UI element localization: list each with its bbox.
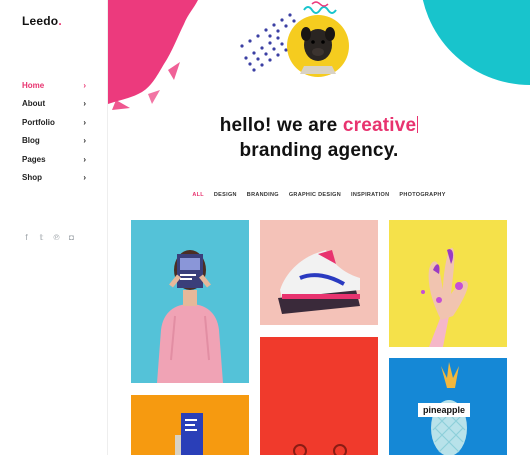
chevron-right-icon: › bbox=[83, 173, 86, 183]
text-caret bbox=[417, 116, 419, 133]
filter-inspiration[interactable]: INSPIRATION bbox=[351, 192, 389, 198]
filter-branding[interactable]: BRANDING bbox=[247, 192, 279, 198]
site-logo[interactable]: Leedo. bbox=[22, 14, 62, 28]
portfolio-item-red[interactable] bbox=[260, 337, 378, 455]
sidebar: Leedo. Home › About › Portfolio › Blog › Pag… bbox=[0, 0, 108, 455]
pineapple-tag: pineapple bbox=[418, 403, 471, 417]
filter-photography[interactable]: PHOTOGRAPHY bbox=[399, 192, 445, 198]
dog-avatar bbox=[300, 27, 336, 74]
filter-design[interactable]: DESIGN bbox=[214, 192, 237, 198]
hero-line1: hello! we are bbox=[219, 115, 343, 136]
instagram-icon[interactable]: ◘ bbox=[67, 233, 76, 242]
portfolio-item-painted-hand[interactable] bbox=[389, 220, 507, 347]
hero-decoration bbox=[108, 0, 530, 110]
woman-illustration bbox=[157, 250, 223, 383]
twitter-icon[interactable]: 𝕥 bbox=[37, 233, 46, 242]
chevron-right-icon: › bbox=[83, 80, 86, 90]
earrings-illustration bbox=[293, 444, 347, 455]
book-illustration bbox=[175, 413, 203, 455]
sneaker-illustration bbox=[278, 250, 360, 314]
chevron-right-icon: › bbox=[83, 136, 86, 146]
nav-item-shop[interactable]: Shop › bbox=[22, 169, 86, 188]
hand-illustration bbox=[421, 247, 468, 347]
filter-graphic-design[interactable]: GRAPHIC DESIGN bbox=[289, 192, 341, 198]
nav-label: About bbox=[22, 99, 46, 109]
nav-label: Pages bbox=[22, 154, 46, 164]
portfolio-item-sneaker[interactable] bbox=[260, 220, 378, 325]
nav-label: Portfolio bbox=[22, 117, 55, 127]
pinterest-icon[interactable]: ℗ bbox=[52, 233, 61, 242]
nav-item-about[interactable]: About › bbox=[22, 95, 86, 114]
filter-all[interactable]: ALL bbox=[192, 192, 204, 198]
nav-label: Blog bbox=[22, 136, 40, 146]
nav-item-portfolio[interactable]: Portfolio › bbox=[22, 113, 86, 132]
hero-line2: branding agency. bbox=[239, 140, 399, 161]
nav-label: Shop bbox=[22, 173, 42, 183]
chevron-right-icon: › bbox=[83, 99, 86, 109]
portfolio-filters: ALL DESIGN BRANDING GRAPHIC DESIGN INSPI… bbox=[108, 192, 530, 198]
main-content: hello! we are creative branding agency. … bbox=[108, 0, 530, 455]
portfolio-item-book[interactable] bbox=[131, 395, 249, 455]
nav-item-blog[interactable]: Blog › bbox=[22, 132, 86, 151]
main-nav: Home › About › Portfolio › Blog › Pages › Sho… bbox=[22, 76, 86, 187]
pink-brush-stroke bbox=[108, 0, 198, 110]
pink-squiggle bbox=[311, 1, 329, 7]
hero-accent-word: creative bbox=[342, 115, 417, 136]
chevron-right-icon: › bbox=[83, 117, 86, 127]
teal-circle bbox=[422, 0, 530, 85]
portfolio-item-woman-magazine[interactable] bbox=[131, 220, 249, 383]
hero-headline: hello! we are creative branding agency. bbox=[108, 113, 530, 163]
facebook-icon[interactable]: f bbox=[22, 233, 31, 242]
social-links: f 𝕥 ℗ ◘ bbox=[22, 233, 76, 242]
cyan-squiggle bbox=[303, 6, 337, 14]
nav-label: Home bbox=[22, 80, 45, 90]
chevron-right-icon: › bbox=[83, 154, 86, 164]
portfolio-item-pineapple[interactable]: pineapple bbox=[389, 358, 507, 455]
nav-item-home[interactable]: Home › bbox=[22, 76, 86, 95]
nav-item-pages[interactable]: Pages › bbox=[22, 150, 86, 169]
